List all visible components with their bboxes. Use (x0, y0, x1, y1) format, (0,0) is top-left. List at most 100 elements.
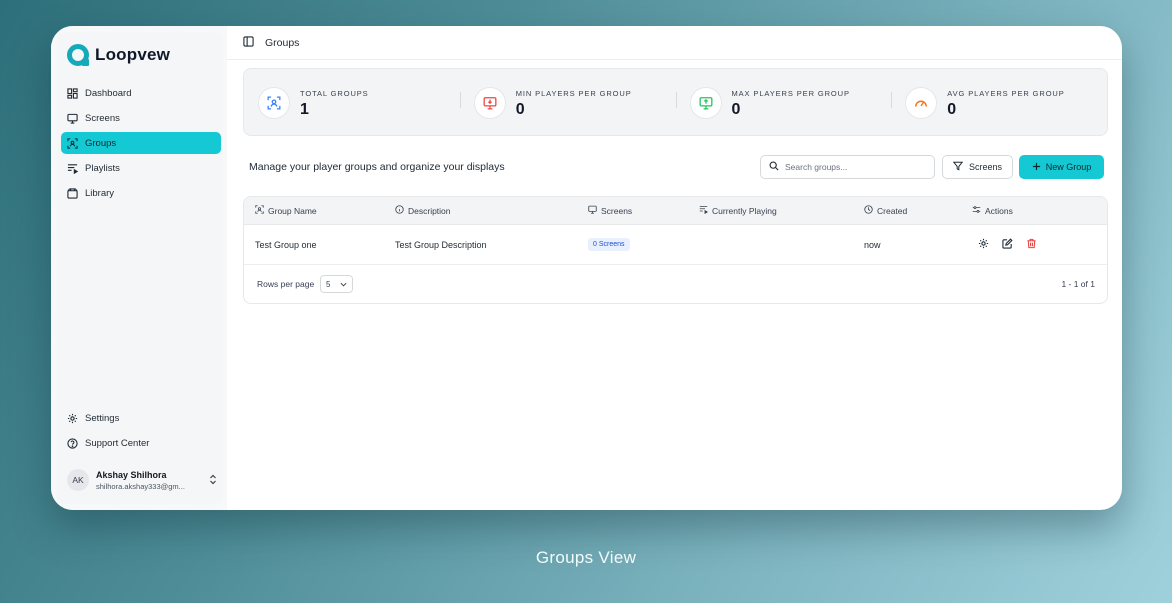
sidebar-item-label: Screens (85, 112, 120, 124)
column-header-currently-playing[interactable]: Currently Playing (699, 205, 777, 216)
playlist-icon (67, 163, 78, 174)
cell-description: Test Group Description (395, 239, 487, 250)
stat-value: 1 (300, 101, 309, 118)
image-caption: Groups View (535, 548, 637, 567)
search-box[interactable] (760, 155, 935, 179)
logo[interactable]: Loopvew (67, 44, 170, 66)
gauge-icon (905, 87, 938, 119)
main-content: Groups TOTAL GROUPS 1 MIN PLAYERS PER GR… (227, 26, 1122, 510)
stat-label: MIN PLAYERS PER GROUP (515, 89, 632, 98)
rows-per-page-label: Rows per page (257, 279, 315, 289)
stat-label: MAX PLAYERS PER GROUP (731, 89, 850, 98)
stat-avg-players: AVG PLAYERS PER GROUP 0 (891, 85, 1107, 119)
sidebar-item-label: Settings (85, 412, 120, 424)
stat-max-players: MAX PLAYERS PER GROUP 0 (675, 85, 892, 119)
groups-icon (67, 137, 78, 149)
stat-value: 0 (731, 101, 741, 118)
stat-min-players: MIN PLAYERS PER GROUP 0 (459, 85, 676, 119)
sidebar-item-dashboard[interactable]: Dashboard (61, 82, 221, 104)
search-icon (769, 158, 779, 176)
topbar: Groups (227, 26, 1122, 60)
row-actions (978, 238, 1037, 251)
screens-count-badge[interactable]: 0 Screens (588, 238, 630, 251)
groups-icon (258, 87, 290, 119)
sidebar-item-screens[interactable]: Screens (61, 107, 221, 129)
cell-group-name: Test Group one (255, 239, 317, 250)
avatar: AK (67, 469, 89, 491)
column-label: Actions (985, 205, 1013, 216)
rows-per-page-value: 5 (326, 279, 331, 289)
sidebar-item-support-center[interactable]: Support Center (61, 432, 221, 454)
plus-icon (1032, 162, 1041, 173)
user-name: Akshay Shilhora (96, 469, 167, 480)
column-label: Group Name (268, 205, 317, 216)
column-header-screens[interactable]: Screens (588, 205, 632, 216)
library-icon (67, 187, 78, 199)
sidebar-item-label: Dashboard (85, 87, 132, 99)
table-footer: Rows per page 5 1 - 1 of 1 (244, 265, 1107, 303)
new-group-label: New Group (1045, 162, 1092, 172)
sidebar: Loopvew Dashboard Screens Groups Playlis… (51, 26, 227, 510)
cell-created: now (864, 239, 881, 250)
app-window: Loopvew Dashboard Screens Groups Playlis… (51, 26, 1122, 510)
sidebar-item-label: Library (85, 187, 115, 199)
monitor-up-icon (689, 87, 722, 119)
playlist-icon (699, 205, 709, 216)
filter-label: Screens (968, 162, 1003, 172)
chevron-down-icon (340, 282, 347, 286)
toolbar: Manage your player groups and organize y… (249, 154, 1104, 180)
new-group-button[interactable]: New Group (1019, 155, 1104, 179)
page-title: Groups (265, 36, 300, 49)
monitor-icon (67, 113, 78, 124)
sidebar-nav: Dashboard Screens Groups Playlists Libra… (61, 82, 221, 207)
sliders-icon (972, 205, 981, 216)
stat-value: 0 (515, 101, 525, 118)
user-menu[interactable]: AK Akshay Shilhora shilhora.akshay333@gm… (67, 469, 217, 491)
sidebar-item-label: Groups (85, 137, 117, 149)
sidebar-item-label: Playlists (85, 162, 120, 174)
stats-panel: TOTAL GROUPS 1 MIN PLAYERS PER GROUP 0 M… (243, 68, 1108, 136)
settings-gear-icon[interactable] (978, 238, 989, 251)
table-header: Group Name Description Screens Currently… (244, 197, 1107, 225)
gear-icon (67, 413, 78, 424)
column-label: Description (408, 205, 451, 216)
column-label: Currently Playing (712, 205, 777, 216)
monitor-icon (588, 205, 597, 216)
screens-filter-button[interactable]: Screens (942, 155, 1013, 179)
pagination-status: 1 - 1 of 1 (1061, 279, 1095, 289)
rows-per-page-select[interactable]: 5 (320, 275, 354, 293)
table-row[interactable]: Test Group one Test Group Description 0 … (244, 225, 1107, 265)
app-name: Loopvew (95, 45, 171, 64)
clock-icon (864, 205, 873, 216)
chevron-up-down-icon[interactable] (209, 474, 217, 487)
trash-icon[interactable] (1026, 238, 1037, 251)
sidebar-item-library[interactable]: Library (61, 182, 221, 204)
sidebar-item-settings[interactable]: Settings (61, 407, 221, 429)
filter-icon (952, 161, 964, 173)
sidebar-toggle-icon[interactable] (243, 34, 254, 52)
help-icon (67, 437, 78, 449)
column-label: Created (877, 205, 908, 216)
column-header-actions: Actions (972, 205, 1013, 216)
stat-value: 0 (947, 101, 957, 118)
stat-label: TOTAL GROUPS (300, 89, 369, 98)
edit-icon[interactable] (1002, 238, 1013, 251)
page-description: Manage your player groups and organize y… (249, 161, 505, 173)
sidebar-item-label: Support Center (85, 437, 150, 449)
rows-per-page: Rows per page 5 (257, 275, 354, 293)
user-email: shilhora.akshay333@gm... (96, 481, 185, 491)
logo-mark-icon (67, 44, 89, 66)
dashboard-icon (67, 87, 78, 99)
stat-total-groups: TOTAL GROUPS 1 (244, 85, 460, 119)
column-header-created[interactable]: Created (864, 205, 907, 216)
column-header-group-name[interactable]: Group Name (255, 205, 317, 216)
groups-table: Group Name Description Screens Currently… (243, 196, 1108, 304)
sidebar-item-playlists[interactable]: Playlists (61, 157, 221, 179)
sidebar-bottom-nav: Settings Support Center (61, 407, 221, 457)
info-icon (395, 205, 404, 216)
search-input[interactable] (785, 162, 925, 172)
user-info: Akshay Shilhora shilhora.akshay333@gm... (96, 470, 185, 491)
sidebar-item-groups[interactable]: Groups (61, 132, 221, 154)
column-header-description[interactable]: Description (395, 205, 451, 216)
groups-icon (255, 205, 264, 216)
